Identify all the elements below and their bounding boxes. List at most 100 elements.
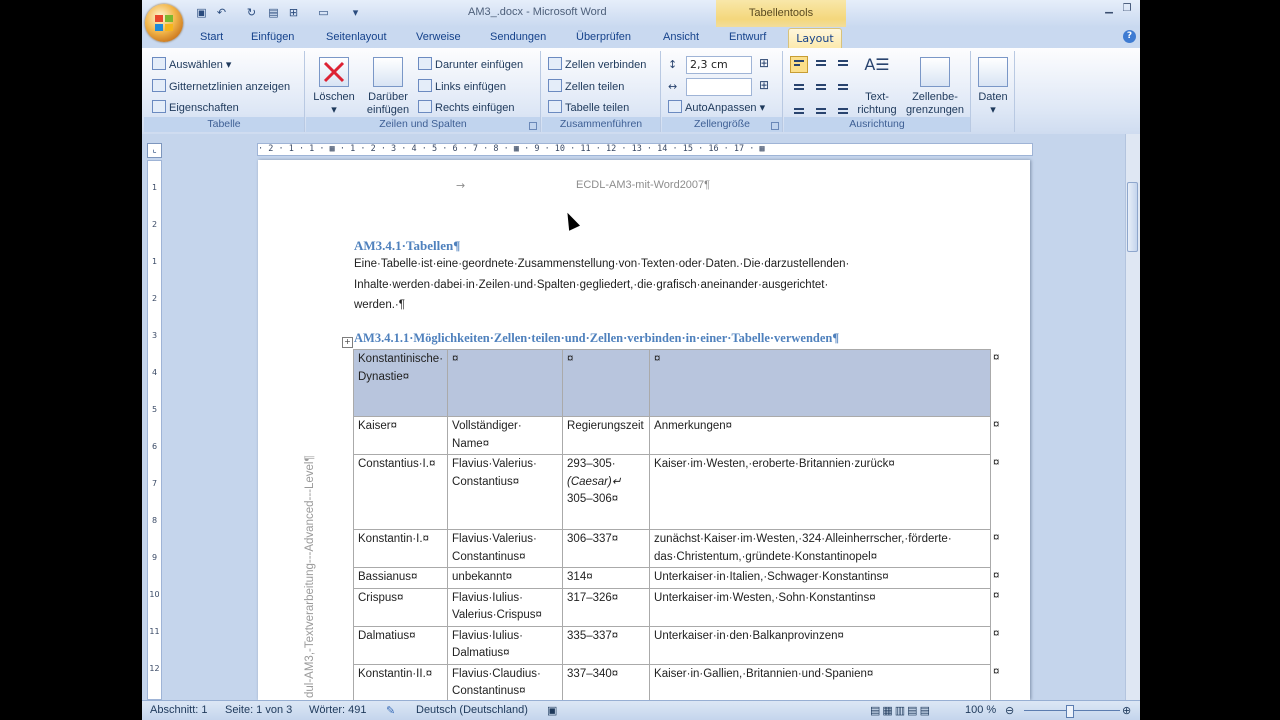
table-cell[interactable]: Unterkaiser·in·Italien,·Schwager·Konstan…	[649, 567, 992, 589]
align-bottom-center-icon[interactable]	[812, 99, 830, 116]
table-cell[interactable]: Regierungszeit	[562, 416, 651, 455]
table-cell[interactable]: Flavius·Claudius· Constantinus¤	[447, 663, 564, 700]
align-bottom-right-icon[interactable]	[834, 99, 852, 116]
print-preview-icon[interactable]: ▤	[266, 5, 281, 20]
table-cell[interactable]: Dalmatius¤	[352, 625, 449, 665]
table-cell[interactable]: Unterkaiser·in·den·Balkanprovinzen¤	[649, 625, 992, 665]
table-cell[interactable]: Constantius·I.¤	[352, 454, 449, 530]
table-cell[interactable]: Flavius·Iulius· Valerius·Crispus¤	[447, 587, 564, 627]
spelling-check-icon[interactable]: ✎	[386, 704, 395, 717]
eigenschaften-button[interactable]: Eigenschaften	[152, 100, 239, 114]
darueber-einfuegen-button[interactable]: Darüber einfügen	[362, 91, 414, 117]
darunter-einfuegen-button[interactable]: Darunter einfügen	[418, 57, 523, 71]
tab-layout[interactable]: Layout	[788, 28, 842, 50]
column-width-input[interactable]	[686, 78, 752, 96]
tabelle-teilen-button[interactable]: Tabelle teilen	[548, 100, 629, 114]
table-cell[interactable]: Flavius·Valerius· Constantinus¤	[447, 529, 564, 568]
table-cell[interactable]: Kaiser¤	[352, 416, 449, 455]
restore-icon[interactable]: ❐	[1120, 3, 1134, 15]
status-page[interactable]: Seite: 1 von 3	[225, 704, 292, 716]
table-cell[interactable]: Konstantinische· Dynastie¤	[352, 349, 449, 417]
kaiser-table[interactable]: Konstantinische· Dynastie¤ ¤ ¤ ¤ ¤ Kaiser…	[352, 349, 1002, 700]
loeschen-button[interactable]: Löschen ▾	[312, 91, 356, 117]
table-cell[interactable]: Vollständiger· Name¤	[447, 416, 564, 455]
tab-start[interactable]: Start	[200, 31, 223, 43]
table-cell[interactable]: ¤	[562, 349, 651, 417]
help-icon[interactable]: ?	[1123, 30, 1136, 43]
tab-sendungen[interactable]: Sendungen	[490, 31, 546, 43]
table-cell[interactable]: ¤	[447, 349, 564, 417]
table-cell[interactable]: Konstantin·II.¤	[352, 663, 449, 700]
distribute-columns-icon[interactable]: ⊞	[759, 78, 769, 92]
zoom-slider-thumb[interactable]	[1066, 705, 1074, 718]
auswaehlen-button[interactable]: Auswählen ▾	[152, 57, 231, 71]
macro-record-icon[interactable]: ▣	[547, 704, 557, 717]
zellen-teilen-button[interactable]: Zellen teilen	[548, 79, 624, 93]
links-einfuegen-button[interactable]: Links einfügen	[418, 79, 506, 93]
insert-above-icon[interactable]	[373, 57, 403, 87]
zoom-level[interactable]: 100 %	[965, 704, 996, 716]
align-middle-left-icon[interactable]	[790, 78, 808, 95]
text-direction-icon[interactable]: A☰	[864, 55, 890, 83]
table-cell[interactable]: Flavius·Iulius· Dalmatius¤	[447, 625, 564, 665]
distribute-rows-icon[interactable]: ⊞	[759, 56, 769, 70]
table-cell[interactable]: Kaiser·in·Gallien,·Britannien·und·Spanie…	[649, 663, 992, 700]
undo-icon[interactable]: ↶	[214, 5, 229, 20]
table-cell[interactable]: Kaiser·im·Westen,·eroberte·Britannien·zu…	[649, 454, 992, 530]
status-language[interactable]: Deutsch (Deutschland)	[416, 704, 528, 716]
ruler-scale[interactable]: · 2 · 1 · 1 · ▦ · 1 · 2 · 3 · 4 · 5 · 6 …	[257, 143, 1033, 156]
textrichtung-button[interactable]: Text-richtung	[854, 91, 900, 117]
zoom-out-icon[interactable]: ⊖	[1005, 704, 1014, 717]
table-cell[interactable]: ¤	[649, 349, 992, 417]
table-cell[interactable]: unbekannt¤	[447, 567, 564, 589]
customize-toolbar-icon[interactable]: ▾	[348, 5, 363, 20]
tab-ansicht[interactable]: Ansicht	[663, 31, 699, 43]
table-draw-icon[interactable]: ⊞	[286, 5, 301, 20]
table-cell[interactable]: 317–326¤	[562, 587, 651, 627]
row-height-input[interactable]: 2,3 cm	[686, 56, 752, 74]
dialog-launcher-icon[interactable]	[529, 122, 537, 130]
table-cell[interactable]: 306–337¤	[562, 529, 651, 568]
gitternetzlinien-button[interactable]: Gitternetzlinien anzeigen	[152, 79, 290, 93]
tab-selector-icon[interactable]: ⌞	[147, 143, 162, 158]
table-cell[interactable]: Anmerkungen¤	[649, 416, 992, 455]
table-cell[interactable]: 314¤	[562, 567, 651, 589]
scrollbar-thumb[interactable]	[1127, 182, 1138, 252]
table-cell[interactable]: zunächst·Kaiser·im·Westen,·324·Alleinher…	[649, 529, 992, 568]
table-cell[interactable]: Bassianus¤	[352, 567, 449, 589]
close-icon[interactable]: ✕	[1138, 3, 1140, 15]
table-cell[interactable]: Konstantin·I.¤	[352, 529, 449, 568]
align-top-center-icon[interactable]	[812, 56, 830, 73]
table-cell[interactable]: 335–337¤	[562, 625, 651, 665]
status-words[interactable]: Wörter: 491	[309, 704, 366, 716]
autoanpassen-button[interactable]: AutoAnpassen ▾	[668, 100, 765, 114]
zellenbegrenzungen-button[interactable]: Zellenbe-grenzungen	[902, 91, 968, 117]
delete-table-icon[interactable]	[319, 57, 349, 87]
save-icon[interactable]: ▣	[194, 5, 209, 20]
status-section[interactable]: Abschnitt: 1	[150, 704, 207, 716]
vertical-scrollbar[interactable]	[1125, 134, 1140, 700]
redo-icon[interactable]: ↻	[244, 5, 259, 20]
tab-entwurf[interactable]: Entwurf	[729, 31, 766, 43]
table-cell[interactable]: Crispus¤	[352, 587, 449, 627]
tab-verweise[interactable]: Verweise	[416, 31, 461, 43]
cell-margins-icon[interactable]	[920, 57, 950, 87]
table-cell[interactable]: 293–305· (Caesar)↵ 305–306¤	[562, 454, 651, 530]
rechts-einfuegen-button[interactable]: Rechts einfügen	[418, 100, 515, 114]
table-cell[interactable]: Unterkaiser·im·Westen,·Sohn·Konstantins¤	[649, 587, 992, 627]
office-button[interactable]	[145, 4, 183, 42]
align-top-left-icon[interactable]	[790, 56, 808, 73]
tab-einfuegen[interactable]: Einfügen	[251, 31, 294, 43]
table-move-handle-icon[interactable]: +	[342, 337, 353, 348]
tab-seitenlayout[interactable]: Seitenlayout	[326, 31, 387, 43]
tab-ueberpruefen[interactable]: Überprüfen	[576, 31, 631, 43]
dialog-launcher-icon[interactable]	[771, 122, 779, 130]
zellen-verbinden-button[interactable]: Zellen verbinden	[548, 57, 646, 71]
view-buttons-icon[interactable]: ▤▦▥▤▤	[870, 704, 932, 717]
table-cell[interactable]: 337–340¤	[562, 663, 651, 700]
data-icon[interactable]	[978, 57, 1008, 87]
table-cell[interactable]: Flavius·Valerius· Constantius¤	[447, 454, 564, 530]
new-document-icon[interactable]: ▭	[316, 5, 331, 20]
document-page[interactable]: → ECDL-AM3-mit-Word2007¶ AM3.4.1·Tabelle…	[258, 160, 1030, 700]
zoom-in-icon[interactable]: ⊕	[1122, 704, 1131, 717]
